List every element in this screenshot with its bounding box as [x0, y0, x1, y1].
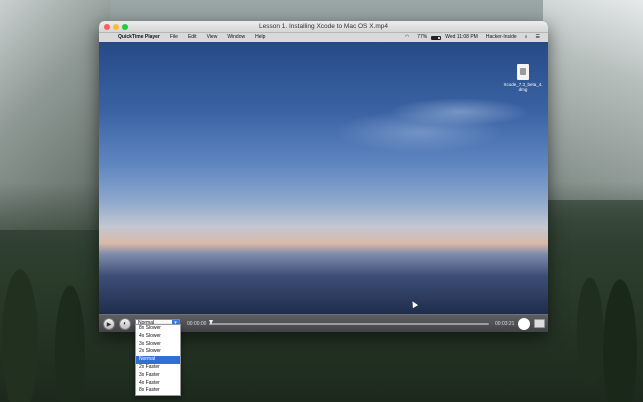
- battery-percent: 77%: [417, 34, 428, 40]
- quicktime-window[interactable]: Lesson 1. Installing Xcode to Mac OS X.m…: [99, 21, 548, 332]
- status-area: ◠ 77% Wed 11:08 PM Hacker-Inside ⌕ ☰: [401, 33, 548, 42]
- menu-file[interactable]: File: [165, 33, 183, 42]
- wifi-icon[interactable]: ◠: [401, 33, 413, 42]
- menu-bar: QuickTime Player File Edit View Window H…: [99, 33, 548, 42]
- speed-option[interactable]: 8x Slower: [136, 325, 180, 333]
- close-window-button[interactable]: [104, 24, 110, 30]
- minimize-window-button[interactable]: [113, 24, 119, 30]
- speed-option[interactable]: 4x Faster: [136, 380, 180, 388]
- desktop-file-label-2: dmg: [518, 87, 528, 92]
- volume-button[interactable]: ◐: [119, 318, 131, 330]
- menu-view[interactable]: View: [202, 33, 223, 42]
- scrubber-handle[interactable]: [209, 320, 213, 325]
- desktop-mountain-right: [543, 0, 643, 200]
- user-name[interactable]: Hacker-Inside: [482, 33, 521, 42]
- loop-toggle-button[interactable]: [518, 318, 530, 330]
- time-elapsed: 00:00:00: [187, 321, 207, 327]
- menu-app[interactable]: QuickTime Player: [113, 33, 165, 42]
- video-frame[interactable]: Xcode_7.3_beta_4. dmg: [99, 42, 548, 332]
- speed-option[interactable]: 3x Faster: [136, 372, 180, 380]
- speed-option[interactable]: 3x Slower: [136, 341, 180, 349]
- window-titlebar[interactable]: Lesson 1. Installing Xcode to Mac OS X.m…: [99, 21, 548, 33]
- time-remaining: 00:03:21: [495, 321, 515, 327]
- spotlight-icon[interactable]: ⌕: [521, 33, 532, 42]
- camera-icon[interactable]: [534, 319, 545, 328]
- speed-dropdown-menu: 8x Slower 4x Slower 3x Slower 2x Slower Norm…: [135, 324, 181, 397]
- play-button[interactable]: ▶: [103, 318, 115, 330]
- speed-option[interactable]: 8x Faster: [136, 387, 180, 395]
- fullscreen-window-button[interactable]: [122, 24, 128, 30]
- speed-option[interactable]: 4x Slower: [136, 333, 180, 341]
- speed-option[interactable]: 2x Slower: [136, 348, 180, 356]
- desktop-file-icon[interactable]: Xcode_7.3_beta_4. dmg: [503, 64, 543, 92]
- menu-window[interactable]: Window: [222, 33, 250, 42]
- speed-option[interactable]: Normal: [136, 356, 180, 364]
- battery-icon[interactable]: [431, 35, 442, 40]
- menu-edit[interactable]: Edit: [183, 33, 202, 42]
- mouse-cursor-icon: [409, 299, 419, 309]
- speed-option[interactable]: 2x Faster: [136, 364, 180, 372]
- window-title: Lesson 1. Installing Xcode to Mac OS X.m…: [259, 23, 388, 30]
- clock[interactable]: Wed 11:08 PM: [441, 33, 482, 42]
- dmg-file-icon: [517, 64, 529, 80]
- scrubber-track[interactable]: [209, 320, 489, 325]
- menu-help[interactable]: Help: [250, 33, 270, 42]
- notification-center-icon[interactable]: ☰: [532, 33, 544, 42]
